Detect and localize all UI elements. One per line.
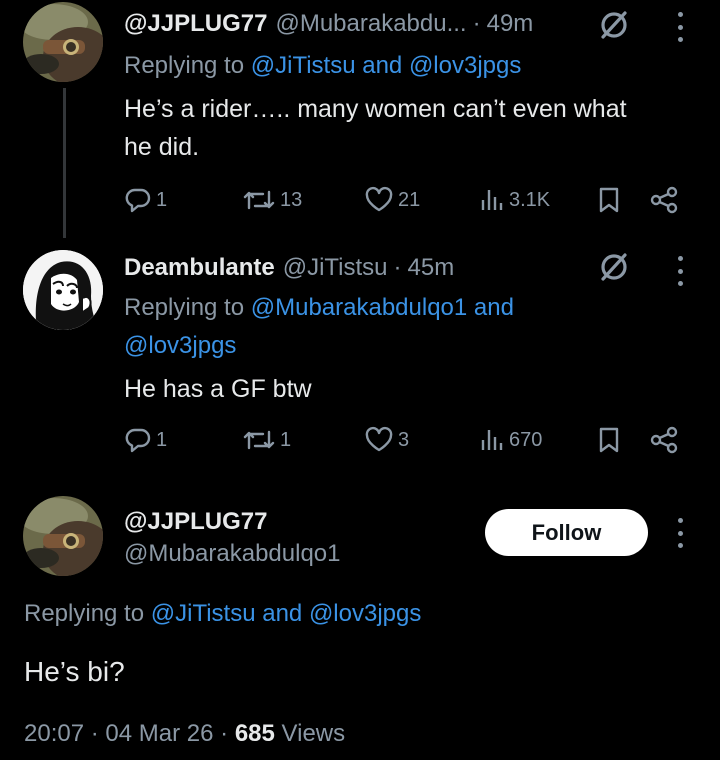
- reply-count: 1: [156, 428, 168, 451]
- reply-button[interactable]: 1: [124, 420, 167, 460]
- reply-mentions[interactable]: @lov3jpgs: [124, 328, 514, 364]
- tweet-header: Deambulante @JiTistsu · 45m: [124, 254, 454, 282]
- timestamp[interactable]: 45m: [408, 254, 455, 282]
- views-count: 3.1K: [509, 188, 551, 211]
- handle[interactable]: @Mubarakabdu...: [275, 10, 466, 38]
- reply-count: 1: [156, 188, 168, 211]
- avatar[interactable]: [23, 496, 103, 576]
- more-icon[interactable]: [675, 256, 685, 286]
- views-icon: [481, 430, 503, 450]
- separator: ·: [472, 10, 481, 37]
- reply-mentions[interactable]: @JiTistsu and @lov3jpgs: [251, 52, 522, 79]
- tweet-text-line: he did.: [124, 133, 200, 161]
- post-date[interactable]: 04 Mar 26: [105, 720, 213, 747]
- separator: ·: [220, 720, 229, 747]
- like-button[interactable]: 21: [364, 180, 420, 220]
- views-count: 670: [509, 428, 543, 451]
- action-bar: 1 1 3 670: [124, 420, 684, 460]
- repost-count: 1: [280, 428, 292, 451]
- tweet-meta: 20:07 · 04 Mar 26 · 685 Views: [24, 720, 345, 748]
- separator: ·: [90, 720, 99, 747]
- bookmark-icon: [599, 187, 619, 213]
- bookmark-button[interactable]: [596, 180, 626, 220]
- tweet-text-line: He’s a rider….. many women can’t even wh…: [124, 95, 627, 123]
- views-label[interactable]: Views: [282, 720, 346, 747]
- views-button[interactable]: 3.1K: [479, 180, 550, 220]
- timestamp[interactable]: 49m: [487, 10, 534, 38]
- reply-button[interactable]: 1: [124, 180, 167, 220]
- share-button[interactable]: [649, 420, 683, 460]
- display-name[interactable]: Deambulante: [124, 254, 275, 282]
- tweet-text: He’s bi?: [24, 656, 125, 687]
- replying-to-label: Replying to: [124, 52, 251, 79]
- action-bar: 1 13 21 3.1K: [124, 180, 684, 220]
- bookmark-button[interactable]: [596, 420, 626, 460]
- display-name[interactable]: @JJPLUG77: [124, 10, 267, 38]
- avatar[interactable]: [23, 2, 103, 82]
- tweet-header: @JJPLUG77 @Mubarakabdu... · 49m: [124, 10, 533, 38]
- reply-mentions[interactable]: @Mubarakabdulqo1 and: [251, 294, 514, 321]
- post-time[interactable]: 20:07: [24, 720, 84, 747]
- share-button[interactable]: [649, 180, 683, 220]
- handle[interactable]: @JiTistsu: [283, 254, 388, 282]
- like-icon: [365, 186, 393, 212]
- views-button[interactable]: 670: [479, 420, 542, 460]
- repost-icon: [243, 430, 275, 450]
- views-icon: [481, 190, 503, 210]
- replying-to-label: Replying to: [124, 294, 251, 321]
- like-count: 21: [398, 188, 421, 211]
- follow-button[interactable]: Follow: [485, 509, 648, 556]
- views-count[interactable]: 685: [235, 720, 275, 747]
- repost-icon: [243, 190, 275, 210]
- repost-button[interactable]: 13: [242, 180, 302, 220]
- handle[interactable]: @Mubarakabdulqo1: [124, 540, 341, 568]
- share-icon: [650, 186, 678, 214]
- reply-mentions[interactable]: @JiTistsu and @lov3jpgs: [151, 600, 422, 627]
- like-button[interactable]: 3: [364, 420, 409, 460]
- replying-to-label: Replying to: [24, 600, 151, 627]
- avatar[interactable]: [23, 250, 103, 330]
- repost-count: 13: [280, 188, 303, 211]
- replying-to: Replying to @JiTistsu and @lov3jpgs: [124, 48, 521, 84]
- grok-icon[interactable]: [597, 250, 631, 284]
- separator: ·: [393, 254, 402, 281]
- tweet-text: He’s a rider….. many women can’t even wh…: [124, 90, 684, 166]
- thread-line: [63, 88, 66, 238]
- more-icon[interactable]: [675, 12, 685, 42]
- share-icon: [650, 426, 678, 454]
- grok-icon[interactable]: [597, 8, 631, 42]
- more-icon[interactable]: [675, 518, 685, 548]
- reply-icon: [125, 428, 151, 453]
- display-name[interactable]: @JJPLUG77: [124, 508, 267, 536]
- reply-icon: [125, 188, 151, 213]
- like-icon: [365, 426, 393, 452]
- bookmark-icon: [599, 427, 619, 453]
- like-count: 3: [398, 428, 410, 451]
- replying-to: Replying to @JiTistsu and @lov3jpgs: [24, 600, 421, 628]
- repost-button[interactable]: 1: [242, 420, 291, 460]
- tweet-text: He has a GF btw: [124, 375, 312, 403]
- replying-to: Replying to @Mubarakabdulqo1 and @lov3jp…: [124, 290, 514, 364]
